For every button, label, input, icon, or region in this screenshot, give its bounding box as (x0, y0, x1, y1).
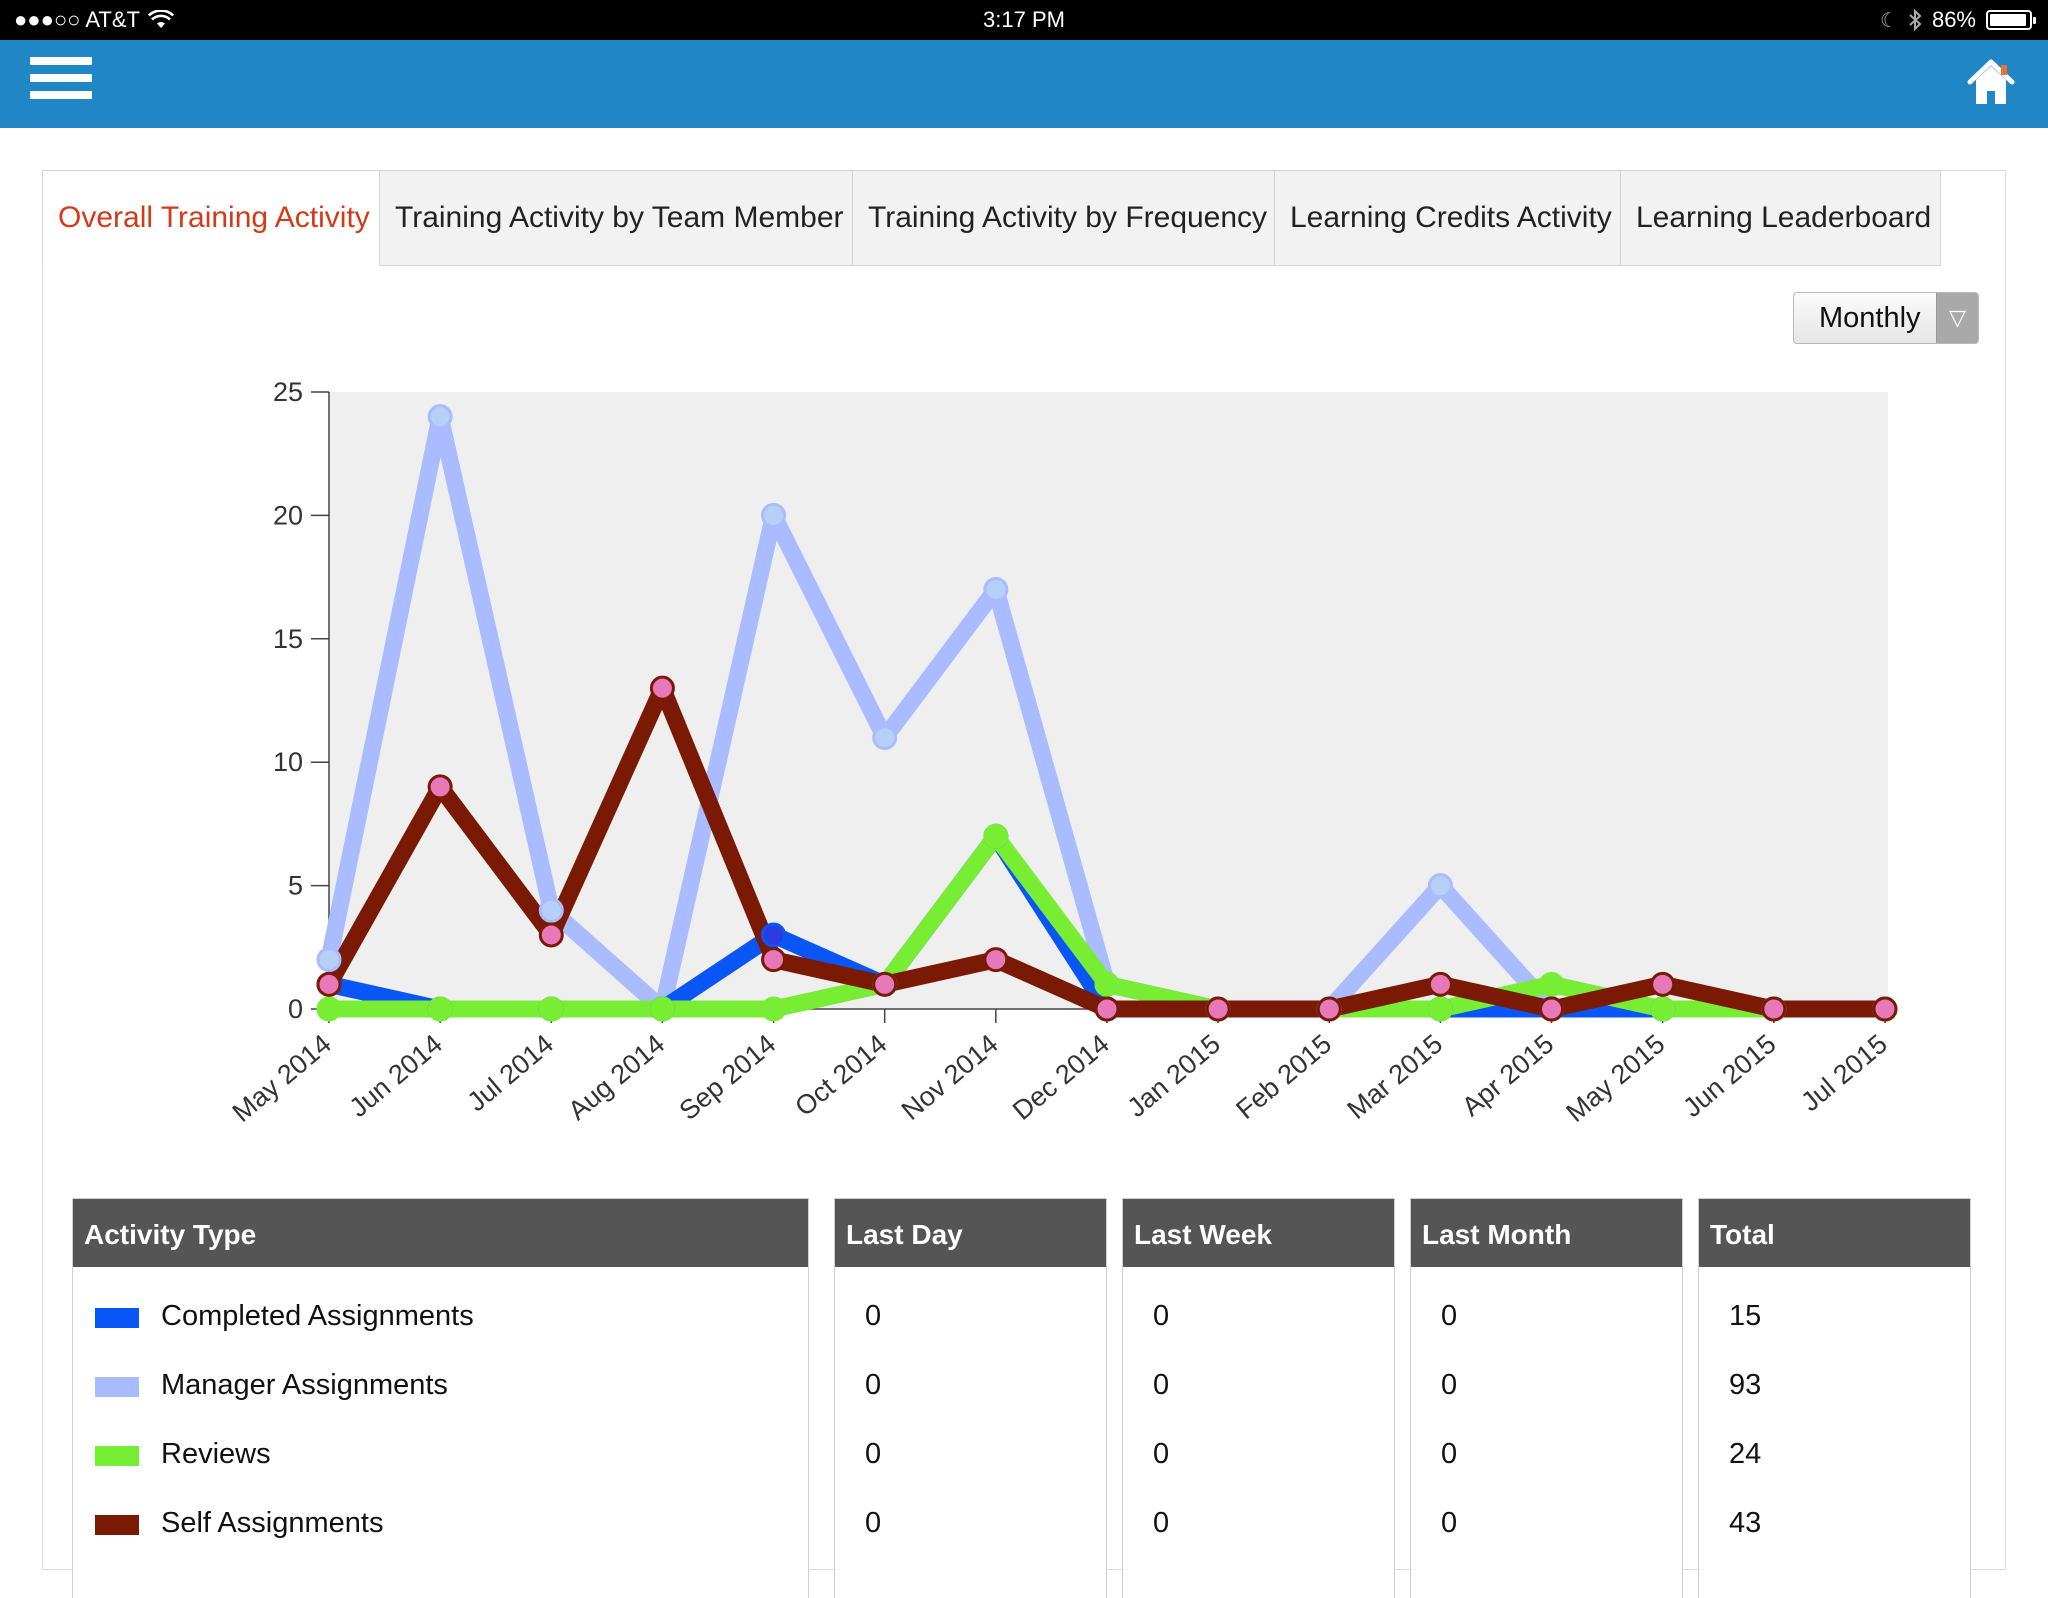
x-tick-label: Dec 2014 (1007, 1029, 1115, 1126)
last-month-reviews: 0 (1441, 1438, 1458, 1470)
total-header: Total (1699, 1199, 1970, 1267)
legend-swatch-self (95, 1515, 139, 1535)
total-reviews: 24 (1729, 1438, 1762, 1470)
data-point-reviews (1650, 996, 1676, 1022)
data-point-completed-assignments (761, 922, 787, 948)
data-point-self-assignments (538, 922, 564, 948)
last-day-reviews: 0 (865, 1438, 882, 1470)
last-day-self: 0 (865, 1507, 882, 1539)
data-point-reviews (761, 996, 787, 1022)
last-week-reviews: 0 (1153, 1438, 1170, 1470)
data-point-manager-assignments (983, 576, 1009, 602)
x-tick-label: Jun 2014 (344, 1029, 448, 1123)
data-point-self-assignments (316, 971, 342, 997)
data-point-manager-assignments (1427, 873, 1453, 899)
data-point-manager-assignments (872, 725, 898, 751)
legend-swatch-manager (95, 1377, 139, 1397)
legend-swatch-completed (95, 1308, 139, 1328)
y-tick-label: 10 (273, 747, 303, 777)
data-point-manager-assignments (761, 502, 787, 528)
last-week-header: Last Week (1123, 1199, 1394, 1267)
y-tick-label: 15 (273, 624, 303, 654)
y-tick-label: 0 (288, 994, 303, 1024)
total-self: 43 (1729, 1507, 1762, 1539)
last-day-manager: 0 (865, 1369, 882, 1401)
x-tick-label: Oct 2014 (789, 1029, 892, 1122)
data-point-reviews (1094, 971, 1120, 997)
y-tick-label: 5 (288, 871, 303, 901)
x-tick-label: Feb 2015 (1230, 1029, 1337, 1125)
total-completed: 15 (1729, 1300, 1762, 1332)
data-point-self-assignments (761, 947, 787, 973)
last-week-manager: 0 (1153, 1369, 1170, 1401)
data-point-manager-assignments (538, 897, 564, 923)
x-tick-label: Jun 2015 (1677, 1029, 1781, 1123)
x-tick-label: Apr 2015 (1456, 1029, 1559, 1122)
x-tick-label: Mar 2015 (1342, 1029, 1449, 1125)
last-week-self: 0 (1153, 1507, 1170, 1539)
last-month-header: Last Month (1411, 1199, 1682, 1267)
x-tick-label: Sep 2014 (674, 1029, 782, 1126)
last-month-completed: 0 (1441, 1300, 1458, 1332)
x-tick-label: Jul 2014 (462, 1029, 559, 1118)
data-point-reviews (983, 823, 1009, 849)
last-day-completed: 0 (865, 1300, 882, 1332)
x-tick-label: Jan 2015 (1122, 1029, 1226, 1123)
data-point-reviews (538, 996, 564, 1022)
data-point-self-assignments (1205, 996, 1231, 1022)
row-label-completed-assignments: Completed Assignments (161, 1300, 474, 1332)
total-column: Total 15 93 24 43 (1698, 1198, 1971, 1598)
x-tick-label: Jul 2015 (1795, 1029, 1892, 1118)
total-manager: 93 (1729, 1369, 1762, 1401)
x-tick-label: Aug 2014 (562, 1029, 670, 1126)
training-activity-chart: 0 5 10 15 20 25 May 2014 Jun 2014 Jul 2014 Aug 20… (227, 377, 1898, 1128)
data-point-self-assignments (983, 947, 1009, 973)
data-point-self-assignments (1427, 971, 1453, 997)
data-point-self-assignments (872, 971, 898, 997)
row-label-manager-assignments: Manager Assignments (161, 1369, 448, 1401)
data-point-manager-assignments (316, 947, 342, 973)
legend-swatch-reviews (95, 1446, 139, 1466)
data-point-reviews (1539, 971, 1565, 997)
row-label-self-assignments: Self Assignments (161, 1507, 384, 1539)
data-point-manager-assignments (427, 404, 453, 430)
data-point-reviews (427, 996, 453, 1022)
last-week-column: Last Week 0 0 0 0 (1122, 1198, 1395, 1598)
y-tick-label: 25 (273, 377, 303, 407)
x-tick-label: May 2015 (1560, 1029, 1670, 1128)
data-point-self-assignments (1761, 996, 1787, 1022)
data-point-self-assignments (1872, 996, 1898, 1022)
last-week-completed: 0 (1153, 1300, 1170, 1332)
data-point-self-assignments (1650, 971, 1676, 997)
last-month-self: 0 (1441, 1507, 1458, 1539)
last-day-header: Last Day (835, 1199, 1106, 1267)
x-tick-label: Nov 2014 (896, 1029, 1004, 1126)
last-day-column: Last Day 0 0 0 0 (834, 1198, 1107, 1598)
data-point-self-assignments (1316, 996, 1342, 1022)
last-month-column: Last Month 0 0 0 0 (1410, 1198, 1683, 1598)
data-point-self-assignments (1539, 996, 1565, 1022)
row-label-reviews: Reviews (161, 1438, 271, 1470)
x-tick-label: May 2014 (227, 1029, 337, 1128)
activity-type-column: Activity Type Completed Assignments Mana… (72, 1198, 809, 1598)
data-point-self-assignments (427, 774, 453, 800)
data-point-reviews (316, 996, 342, 1022)
data-point-reviews (1427, 996, 1453, 1022)
data-point-self-assignments (649, 675, 675, 701)
data-point-reviews (649, 996, 675, 1022)
data-point-self-assignments (1094, 996, 1120, 1022)
last-month-manager: 0 (1441, 1369, 1458, 1401)
activity-type-header: Activity Type (73, 1199, 808, 1267)
y-tick-label: 20 (273, 500, 303, 530)
